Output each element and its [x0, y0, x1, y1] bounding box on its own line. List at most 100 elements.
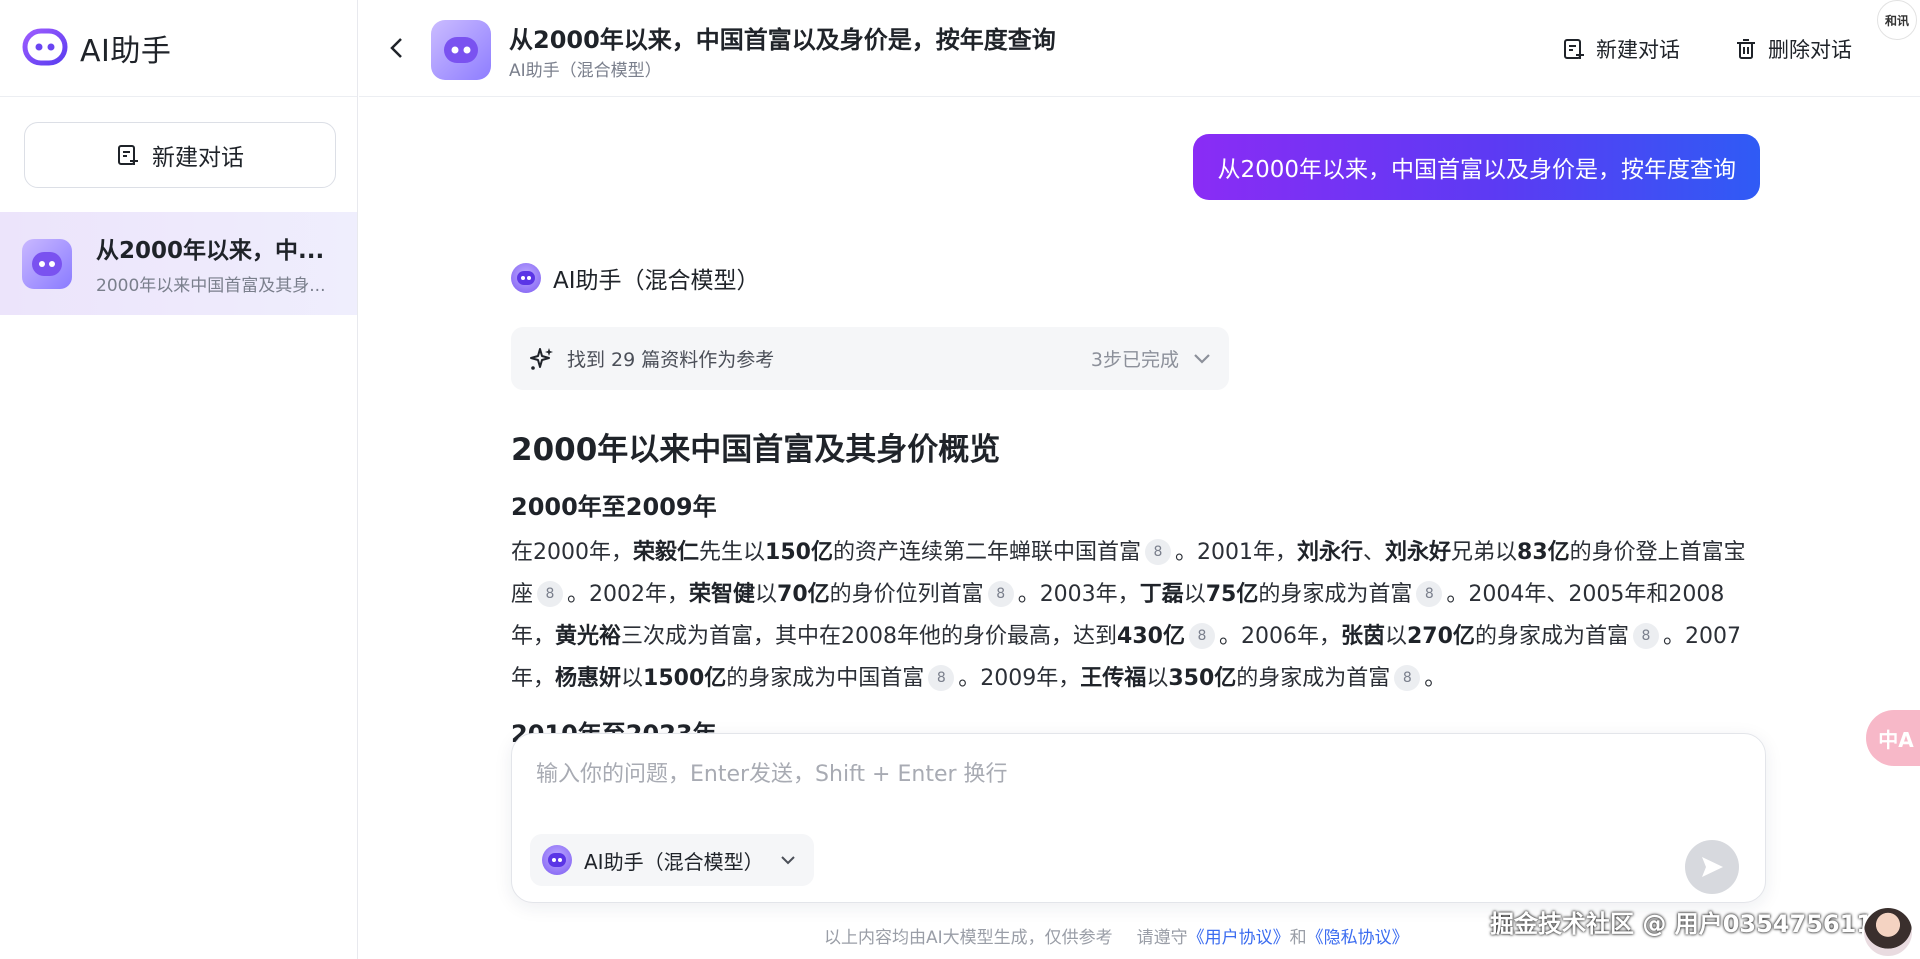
- header-new-chat-button[interactable]: 新建对话: [1562, 34, 1680, 64]
- bot-header: AI助手（混合模型）: [511, 261, 760, 295]
- robot-face-icon: [32, 251, 62, 276]
- text: 。2002年，: [567, 582, 690, 607]
- privacy-policy-link[interactable]: 《隐私协议》: [1307, 928, 1409, 948]
- amount: 150亿: [765, 540, 833, 565]
- footer-disclaimer: 以上内容均由AI大模型生成，仅供参考 请遵守《用户协议》和《隐私协议》: [824, 923, 1409, 948]
- app-root: AI助手 新建对话 从2000年以来，中... 2000年以来中国首富及其身..…: [0, 0, 1920, 959]
- citation-badge[interactable]: 8: [1416, 581, 1443, 607]
- page-title: 从2000年以来，中国首富以及身价是，按年度查询: [509, 26, 1056, 54]
- answer-title: 2000年以来中国首富及其身价概览: [511, 432, 1001, 468]
- text: 以: [755, 582, 778, 607]
- name: 荣智健: [689, 582, 756, 607]
- brand-name: AI助手: [80, 34, 172, 69]
- text: 兄弟以: [1451, 540, 1518, 565]
- watermark: 掘金技术社区 @ 用户03547561128: [1490, 910, 1907, 938]
- sidebar-new-chat-button[interactable]: 新建对话: [24, 122, 336, 188]
- amount: 83亿: [1517, 540, 1570, 565]
- text: 的身价位列首富: [829, 582, 984, 607]
- bot-name: AI助手（混合模型）: [553, 268, 760, 294]
- citation-badge[interactable]: 8: [1394, 665, 1421, 691]
- robot-face-icon: [444, 37, 478, 63]
- delete-chat-button[interactable]: 删除对话: [1734, 34, 1852, 64]
- amount: 75亿: [1205, 582, 1259, 607]
- and-text: 和: [1289, 928, 1307, 948]
- sidebar-new-chat-label: 新建对话: [152, 145, 244, 171]
- text: 以: [1146, 666, 1169, 691]
- conversation-avatar: [22, 238, 72, 289]
- name: 刘永好: [1385, 540, 1452, 565]
- sidebar: AI助手 新建对话 从2000年以来，中... 2000年以来中国首富及其身..…: [0, 0, 358, 959]
- chevron-down-icon: [780, 856, 795, 865]
- sparkle-icon: [530, 347, 553, 370]
- new-chat-icon: [1564, 39, 1584, 59]
- text: 。2003年，: [1017, 582, 1140, 607]
- bot-avatar-icon: [511, 263, 541, 293]
- text: 以: [621, 666, 644, 691]
- user-avatar[interactable]: [1862, 906, 1914, 958]
- text: 。2001年，: [1174, 540, 1297, 565]
- name: 刘永行: [1296, 540, 1363, 565]
- name: 张茵: [1340, 624, 1385, 649]
- text: 、: [1363, 540, 1386, 565]
- section-title-2000-2009: 2000年至2009年: [511, 493, 717, 521]
- text: 的资产连续第二年蝉联中国首富: [832, 540, 1141, 565]
- amount: 350亿: [1168, 666, 1237, 691]
- new-chat-icon: [118, 145, 138, 165]
- page-subtitle: AI助手（混合模型）: [509, 61, 662, 81]
- answer-content: 2000年以来中国首富及其身价概览 2000年至2009年 在2000年，荣毅仁…: [511, 424, 1766, 759]
- corner-badge[interactable]: 和讯: [1877, 0, 1917, 40]
- amount: 430亿: [1117, 624, 1185, 649]
- name: 杨惠妍: [555, 666, 622, 691]
- answer-paragraph: 在2000年，荣毅仁先生以150亿的资产连续第二年蝉联中国首富 8 。2001年，刘…: [511, 532, 1766, 700]
- chat-header: 从2000年以来，中国首富以及身价是，按年度查询 AI助手（混合模型） 新建对话…: [359, 0, 1920, 97]
- brand: AI助手: [0, 0, 357, 97]
- amount: 270亿: [1407, 624, 1475, 649]
- delete-chat-label: 删除对话: [1768, 38, 1852, 62]
- user-agreement-link[interactable]: 《用户协议》: [1188, 928, 1290, 948]
- trash-icon: [1737, 39, 1755, 59]
- chat-area: 从2000年以来，中国首富以及身价是，按年度查询 AI助手（混合模型） 找到 2…: [359, 98, 1920, 959]
- citation-badge[interactable]: 8: [1144, 539, 1171, 565]
- header-new-chat-label: 新建对话: [1596, 38, 1680, 62]
- name: 黄光裕: [555, 624, 622, 649]
- text: 在2000年，: [511, 540, 633, 565]
- text: 的身家成为首富: [1236, 666, 1391, 691]
- name: 荣毅仁: [633, 540, 700, 565]
- citation-badge[interactable]: 8: [987, 581, 1014, 607]
- text: 。2006年，: [1218, 624, 1341, 649]
- conversation-item[interactable]: 从2000年以来，中... 2000年以来中国首富及其身...: [0, 212, 357, 315]
- references-panel[interactable]: 找到 29 篇资料作为参考 3步已完成: [511, 327, 1229, 390]
- send-button[interactable]: [1685, 840, 1739, 894]
- text: 的身家成为首富: [1474, 624, 1629, 649]
- text: 以: [1384, 624, 1407, 649]
- conversation-title: 从2000年以来，中...: [96, 238, 325, 264]
- references-status-label: 3步已完成: [1090, 349, 1179, 371]
- back-button[interactable]: [381, 32, 413, 64]
- robot-logo-icon: [22, 28, 68, 66]
- citation-badge[interactable]: 8: [928, 665, 955, 691]
- agree-prefix: 请遵守: [1136, 928, 1188, 948]
- user-message: 从2000年以来，中国首富以及身价是，按年度查询: [1193, 134, 1760, 200]
- citation-badge[interactable]: 8: [1188, 623, 1215, 649]
- chevron-down-icon[interactable]: [1193, 353, 1211, 365]
- text: 以: [1183, 582, 1206, 607]
- text: 的身家成为中国首富: [726, 666, 925, 691]
- model-avatar-icon: [542, 845, 572, 875]
- text: 三次成为首富，其中在2008年他的身价最高，达到: [621, 624, 1118, 649]
- translate-float-button[interactable]: 中A: [1866, 710, 1920, 766]
- text: 的身家成为首富: [1258, 582, 1413, 607]
- name: 王传福: [1080, 666, 1147, 691]
- model-selector-label: AI助手（混合模型）: [584, 849, 764, 874]
- header-avatar: [431, 20, 491, 80]
- citation-badge[interactable]: 8: [1632, 623, 1659, 649]
- model-selector[interactable]: AI助手（混合模型）: [530, 834, 814, 886]
- references-text: 找到 29 篇资料作为参考: [567, 349, 775, 371]
- conversation-subtitle: 2000年以来中国首富及其身...: [96, 276, 326, 296]
- citation-badge[interactable]: 8: [537, 581, 564, 607]
- text: 。2009年，: [958, 666, 1081, 691]
- message-composer: AI助手（混合模型）: [511, 733, 1766, 903]
- amount: 70亿: [777, 582, 830, 607]
- message-input[interactable]: [536, 756, 1736, 792]
- text: 。: [1424, 666, 1447, 691]
- references-status: 3步已完成: [1091, 345, 1211, 372]
